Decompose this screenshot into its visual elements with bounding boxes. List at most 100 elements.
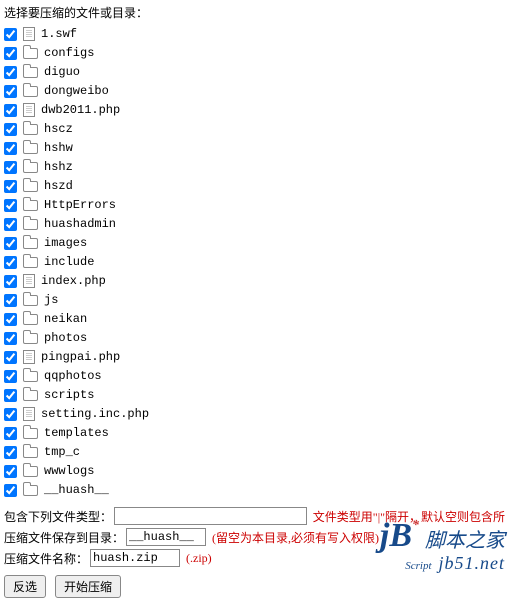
file-checkbox[interactable] — [4, 389, 17, 402]
file-checkbox[interactable] — [4, 104, 17, 117]
file-name: setting.inc.php — [41, 407, 149, 421]
file-row: 1.swf — [4, 25, 505, 43]
save-dir-label: 压缩文件保存到目录： — [4, 529, 124, 546]
file-name: hscz — [44, 122, 73, 136]
folder-icon — [23, 314, 38, 325]
file-row: index.php — [4, 272, 505, 290]
file-checkbox[interactable] — [4, 161, 17, 174]
file-checkbox[interactable] — [4, 465, 17, 478]
file-row: huashadmin — [4, 215, 505, 233]
file-name: qqphotos — [44, 369, 102, 383]
file-name: dwb2011.php — [41, 103, 120, 117]
file-name: hshz — [44, 160, 73, 174]
file-checkbox[interactable] — [4, 446, 17, 459]
file-icon — [23, 103, 35, 117]
file-row: setting.inc.php — [4, 405, 505, 423]
file-checkbox[interactable] — [4, 294, 17, 307]
folder-icon — [23, 181, 38, 192]
file-checkbox[interactable] — [4, 275, 17, 288]
include-types-hint: 文件类型用"|"隔开，默认空则包含所 — [313, 508, 505, 525]
file-name: HttpErrors — [44, 198, 116, 212]
start-compress-button[interactable]: 开始压缩 — [55, 575, 121, 598]
file-row: hshz — [4, 158, 505, 176]
folder-icon — [23, 200, 38, 211]
file-name: neikan — [44, 312, 87, 326]
file-list: 1.swf configs diguo dongweibo dwb2011.php hsc… — [4, 25, 505, 499]
folder-icon — [23, 466, 38, 477]
file-checkbox[interactable] — [4, 313, 17, 326]
button-row: 反选 开始压缩 — [4, 575, 505, 598]
file-row: neikan — [4, 310, 505, 328]
file-name-label: 压缩文件名称： — [4, 550, 88, 567]
file-row: tmp_c — [4, 443, 505, 461]
file-checkbox[interactable] — [4, 427, 17, 440]
invert-selection-button[interactable]: 反选 — [4, 575, 46, 598]
file-checkbox[interactable] — [4, 351, 17, 364]
file-row: images — [4, 234, 505, 252]
file-name: scripts — [44, 388, 94, 402]
file-row: include — [4, 253, 505, 271]
file-checkbox[interactable] — [4, 85, 17, 98]
folder-icon — [23, 428, 38, 439]
file-name: index.php — [41, 274, 106, 288]
compress-form: 包含下列文件类型： 文件类型用"|"隔开，默认空则包含所 压缩文件保存到目录： … — [4, 507, 505, 567]
file-checkbox[interactable] — [4, 180, 17, 193]
file-name: diguo — [44, 65, 80, 79]
file-name-hint: (.zip) — [186, 551, 212, 566]
file-checkbox[interactable] — [4, 47, 17, 60]
file-checkbox[interactable] — [4, 218, 17, 231]
file-row: wwwlogs — [4, 462, 505, 480]
file-icon — [23, 407, 35, 421]
file-checkbox[interactable] — [4, 484, 17, 497]
folder-icon — [23, 447, 38, 458]
file-name: js — [44, 293, 58, 307]
folder-icon — [23, 390, 38, 401]
file-row: scripts — [4, 386, 505, 404]
file-checkbox[interactable] — [4, 332, 17, 345]
file-checkbox[interactable] — [4, 123, 17, 136]
file-checkbox[interactable] — [4, 237, 17, 250]
file-checkbox[interactable] — [4, 199, 17, 212]
save-dir-hint: (留空为本目录,必须有写入权限) — [212, 529, 379, 546]
folder-icon — [23, 485, 38, 496]
file-checkbox[interactable] — [4, 66, 17, 79]
file-name: hshw — [44, 141, 73, 155]
file-row: pingpai.php — [4, 348, 505, 366]
file-row: photos — [4, 329, 505, 347]
folder-icon — [23, 219, 38, 230]
file-row: hszd — [4, 177, 505, 195]
folder-icon — [23, 238, 38, 249]
file-checkbox[interactable] — [4, 408, 17, 421]
file-checkbox[interactable] — [4, 142, 17, 155]
file-name: images — [44, 236, 87, 250]
file-row: diguo — [4, 63, 505, 81]
file-name: __huash__ — [44, 483, 109, 497]
file-name: tmp_c — [44, 445, 80, 459]
file-row: __huash__ — [4, 481, 505, 499]
include-types-label: 包含下列文件类型： — [4, 508, 112, 525]
file-icon — [23, 274, 35, 288]
file-name: 1.swf — [41, 27, 77, 41]
file-row: configs — [4, 44, 505, 62]
file-row: dwb2011.php — [4, 101, 505, 119]
file-name: pingpai.php — [41, 350, 120, 364]
file-row: qqphotos — [4, 367, 505, 385]
include-types-input[interactable] — [114, 507, 307, 525]
file-checkbox[interactable] — [4, 256, 17, 269]
file-name: hszd — [44, 179, 73, 193]
file-checkbox[interactable] — [4, 28, 17, 41]
save-dir-input[interactable] — [126, 528, 206, 546]
file-name: wwwlogs — [44, 464, 94, 478]
file-checkbox[interactable] — [4, 370, 17, 383]
file-name: photos — [44, 331, 87, 345]
file-row: js — [4, 291, 505, 309]
page-title: 选择要压缩的文件或目录： — [4, 4, 505, 21]
folder-icon — [23, 371, 38, 382]
file-row: templates — [4, 424, 505, 442]
file-row: HttpErrors — [4, 196, 505, 214]
file-row: dongweibo — [4, 82, 505, 100]
folder-icon — [23, 124, 38, 135]
file-name-input[interactable] — [90, 549, 180, 567]
folder-icon — [23, 295, 38, 306]
file-name: templates — [44, 426, 109, 440]
